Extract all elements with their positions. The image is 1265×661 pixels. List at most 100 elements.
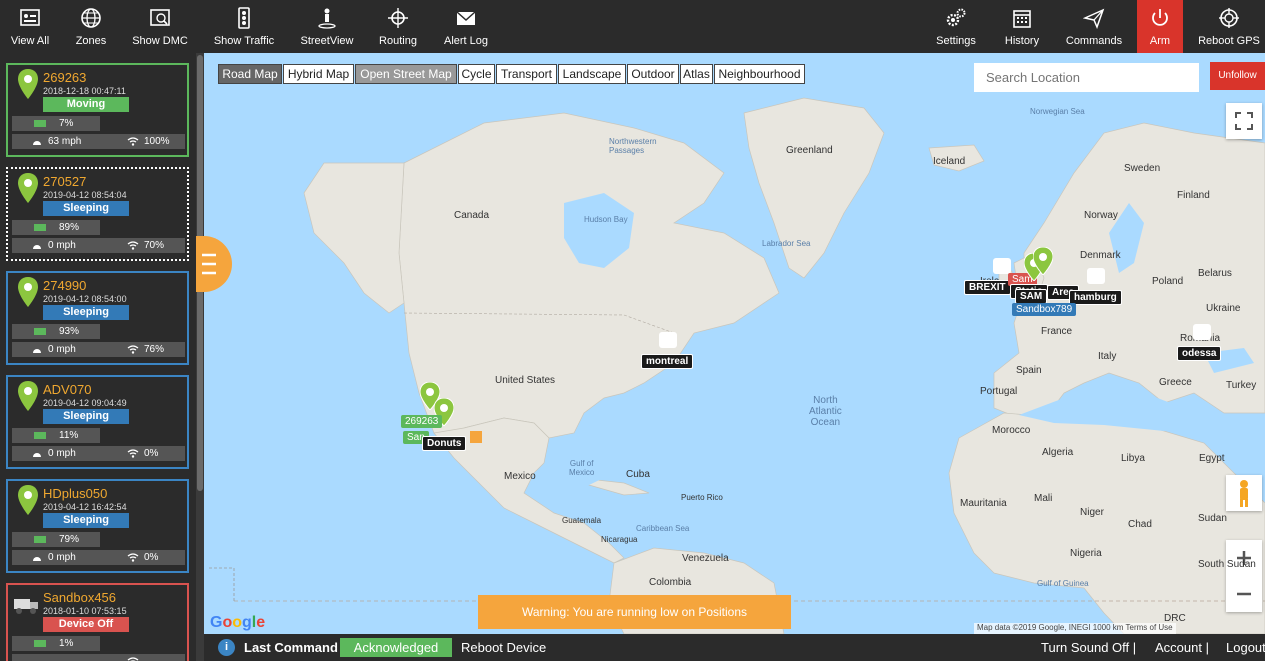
tag-montreal[interactable]: montreal xyxy=(641,354,694,369)
device-status-badge: Sleeping xyxy=(43,409,129,424)
wifi-icon xyxy=(127,345,139,354)
label-sweden: Sweden xyxy=(1124,163,1161,174)
map-attribution: Map data ©2019 Google, INEGI 1000 km Ter… xyxy=(974,623,1176,634)
location-pin-icon xyxy=(18,381,38,411)
device-marker-icon[interactable] xyxy=(1033,247,1053,275)
map-view[interactable]: Road Map Hybrid Map Open Street Map Cycl… xyxy=(204,53,1265,634)
zoom-in-button[interactable] xyxy=(1226,540,1262,576)
tag-269263[interactable]: 269263 xyxy=(401,415,443,428)
unfollow-button[interactable]: Unfollow xyxy=(1210,62,1265,90)
tag-hamburg[interactable]: hamburg xyxy=(1069,290,1122,305)
tag-odessa[interactable]: odessa xyxy=(1177,346,1222,361)
label-denmark: Denmark xyxy=(1080,250,1121,261)
reboot-gps-label: Reboot GPS xyxy=(1198,35,1260,47)
arrow-up-icon[interactable] xyxy=(470,431,482,443)
map-base xyxy=(209,97,1265,634)
label-niger: Niger xyxy=(1080,507,1104,518)
device-timestamp: 2018-01-10 07:53:15 xyxy=(43,606,127,616)
streetview-pegman-button[interactable] xyxy=(1226,475,1262,511)
view-all-icon xyxy=(20,9,40,26)
show-dmc-button[interactable]: Show DMC xyxy=(126,0,194,53)
label-guatemala: Guatemala xyxy=(562,516,602,525)
label-ukraine: Ukraine xyxy=(1206,303,1241,314)
wifi-icon xyxy=(127,241,139,250)
speed-value: 0 mph xyxy=(48,344,76,355)
maptype-osm[interactable]: Open Street Map xyxy=(355,64,457,84)
device-card[interactable]: HDplus050 2019-04-12 16:42:54 Sleeping 79% 0… xyxy=(6,479,189,573)
low-positions-warning: Warning: You are running low on Position… xyxy=(478,595,791,629)
wifi-icon xyxy=(127,449,139,458)
zones-button[interactable]: Zones xyxy=(60,0,122,53)
zone-gate-icon[interactable] xyxy=(993,258,1011,274)
device-status-badge: Sleeping xyxy=(43,201,129,216)
battery-value: 93% xyxy=(59,326,80,337)
alert-log-button[interactable]: Alert Log xyxy=(438,0,494,53)
label-puerto: Puerto Rico xyxy=(681,493,723,502)
history-button[interactable]: History xyxy=(998,0,1046,53)
tag-donuts[interactable]: Donuts xyxy=(422,436,467,451)
tag-brexit[interactable]: BREXIT xyxy=(964,280,1011,295)
tag-sandbox789[interactable]: Sandbox789 xyxy=(1012,303,1077,316)
zones-label: Zones xyxy=(75,35,107,47)
device-card[interactable]: 274990 2019-04-12 08:54:00 Sleeping 93% 0 mp… xyxy=(6,271,189,365)
reboot-icon xyxy=(1219,8,1239,28)
routing-button[interactable]: Routing xyxy=(370,0,426,53)
sound-toggle-link[interactable]: Turn Sound Off | xyxy=(1041,640,1136,655)
bottom-status-bar: i Last Command Acknowledged Reboot Devic… xyxy=(204,634,1265,661)
sidebar-toggle-button[interactable] xyxy=(196,236,232,292)
search-location-input[interactable] xyxy=(974,63,1199,92)
view-all-button[interactable]: View All xyxy=(0,0,60,53)
show-traffic-label: Show Traffic xyxy=(213,35,275,47)
device-card[interactable]: 269263 2018-12-18 00:47:11 Moving 7% 63 mph 1… xyxy=(6,63,189,157)
maptype-landscape[interactable]: Landscape xyxy=(558,64,626,84)
fullscreen-button[interactable] xyxy=(1226,103,1262,139)
maptype-neighbourhood[interactable]: Neighbourhood xyxy=(714,64,805,84)
speedometer-icon xyxy=(33,141,41,145)
label-mali: Mali xyxy=(1034,493,1053,504)
maptype-road[interactable]: Road Map xyxy=(218,64,282,84)
reboot-gps-button[interactable]: Reboot GPS xyxy=(1193,0,1265,53)
routing-label: Routing xyxy=(379,35,417,47)
settings-button[interactable]: Settings xyxy=(932,0,980,53)
account-link[interactable]: Account | xyxy=(1155,640,1209,655)
arm-button[interactable]: Arm xyxy=(1137,0,1183,53)
label-libya: Libya xyxy=(1121,453,1145,464)
maptype-transport[interactable]: Transport xyxy=(496,64,557,84)
location-pin-icon xyxy=(18,173,38,203)
streetview-button[interactable]: StreetView xyxy=(296,0,358,53)
label-atlantic: North Atlantic Ocean xyxy=(809,395,842,428)
device-name: ADV070 xyxy=(43,382,92,397)
label-caribbean: Caribbean Sea xyxy=(636,524,690,533)
pegman-icon xyxy=(1240,480,1248,507)
sidebar-scrollbar[interactable] xyxy=(196,53,204,661)
device-card[interactable]: 270527 2019-04-12 08:54:04 Sleeping 89% 0 mp… xyxy=(6,167,189,261)
maptype-hybrid[interactable]: Hybrid Map xyxy=(283,64,354,84)
view-all-label: View All xyxy=(10,35,50,47)
maptype-outdoor[interactable]: Outdoor xyxy=(627,64,679,84)
commands-button[interactable]: Commands xyxy=(1062,0,1126,53)
zone-gate-icon[interactable] xyxy=(1193,324,1211,340)
label-hudson: Hudson Bay xyxy=(584,215,628,224)
maptype-atlas[interactable]: Atlas xyxy=(680,64,713,84)
zoom-out-button[interactable] xyxy=(1226,576,1262,612)
plus-icon xyxy=(1237,551,1251,565)
maptype-cycle[interactable]: Cycle xyxy=(458,64,495,84)
device-status-badge: Sleeping xyxy=(43,513,129,528)
show-traffic-button[interactable]: Show Traffic xyxy=(210,0,278,53)
pegman-icon xyxy=(318,8,336,29)
zone-gate-icon[interactable] xyxy=(659,332,677,348)
battery-value: 11% xyxy=(59,430,79,441)
location-pin-icon xyxy=(18,69,38,99)
speedometer-icon xyxy=(33,453,41,457)
tag-sam[interactable]: SAM xyxy=(1015,289,1048,304)
battery-row: 79% xyxy=(12,532,100,547)
speed-signal-row: 63 mph 100% xyxy=(12,134,185,149)
account-label: Account xyxy=(1155,640,1202,655)
device-card[interactable]: ADV070 2019-04-12 09:04:49 Sleeping 11% 0 mp… xyxy=(6,375,189,469)
zone-gate-icon[interactable] xyxy=(1087,268,1105,284)
speedometer-icon xyxy=(33,245,41,249)
info-icon[interactable]: i xyxy=(218,639,235,656)
device-card[interactable]: Sandbox456 2018-01-10 07:53:15 Device Off 1… xyxy=(6,583,189,661)
label-labrador: Labrador Sea xyxy=(762,239,811,248)
logout-link[interactable]: Logout xyxy=(1226,640,1265,655)
